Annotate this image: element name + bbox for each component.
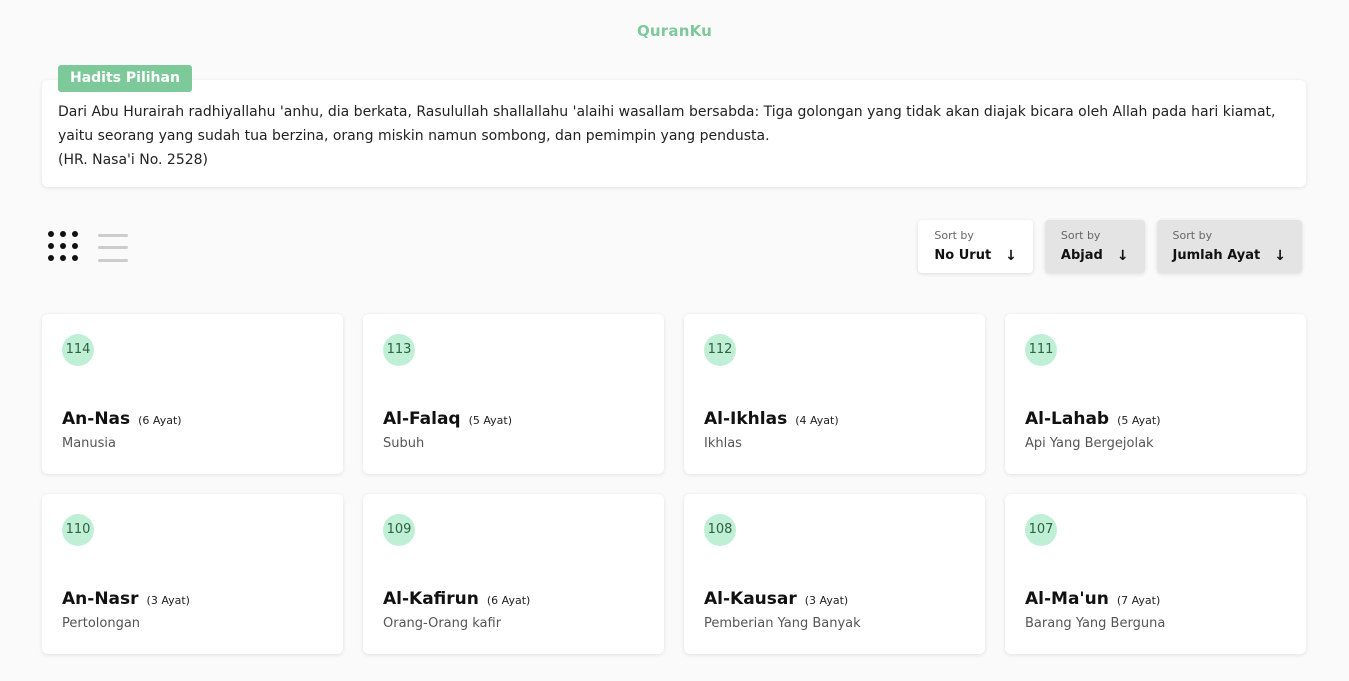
surah-name: Al-Falaq: [383, 409, 461, 429]
surah-meaning: Pemberian Yang Banyak: [704, 616, 861, 631]
surah-meaning: Barang Yang Berguna: [1025, 616, 1166, 631]
surah-number-badge: 107: [1025, 514, 1057, 546]
sort-abjad-button[interactable]: Sort by Abjad ↓: [1044, 220, 1145, 273]
surah-ayat-count: (3 Ayat): [804, 594, 849, 607]
surah-ayat-count: (3 Ayat): [146, 594, 190, 607]
surah-ayat-count: (4 Ayat): [795, 414, 839, 427]
sort-by-label: Sort by: [934, 229, 974, 242]
surah-number-badge: 109: [383, 514, 415, 546]
brand-logo-text[interactable]: QuranKu: [0, 22, 1349, 40]
arrow-down-icon: ↓: [1116, 248, 1129, 264]
surah-meaning: Ikhlas: [704, 436, 742, 451]
surah-number-badge: 112: [704, 334, 736, 366]
surah-ayat-count: (7 Ayat): [1116, 594, 1161, 607]
surah-name: An-Nas: [62, 409, 131, 429]
hadits-card: Dari Abu Hurairah radhiyallahu 'anhu, di…: [42, 80, 1306, 187]
surah-name: Al-Lahab: [1025, 409, 1110, 429]
sort-value: Abjad: [1060, 248, 1103, 263]
surah-meaning: Api Yang Bergejolak: [1025, 436, 1154, 451]
surah-card[interactable]: 108 Al-Kausar (3 Ayat) Pemberian Yang Ba…: [684, 494, 985, 654]
surah-card[interactable]: 107 Al-Ma'un (7 Ayat) Barang Yang Bergun…: [1005, 494, 1306, 654]
surah-name: Al-Kafirun: [383, 589, 479, 609]
sort-value: No Urut: [934, 248, 992, 263]
surah-name: Al-Ma'un: [1025, 589, 1109, 609]
surah-grid: 114 An-Nas (6 Ayat) Manusia 113 Al-Falaq…: [42, 314, 1306, 654]
surah-ayat-count: (5 Ayat): [468, 414, 513, 427]
surah-meaning: Orang-Orang kafir: [383, 616, 502, 631]
surah-number-badge: 111: [1025, 334, 1057, 366]
surah-ayat-count: (6 Ayat): [486, 594, 531, 607]
hadits-text: Dari Abu Hurairah radhiyallahu 'anhu, di…: [58, 104, 1276, 144]
surah-number-badge: 108: [704, 514, 736, 546]
sort-by-label: Sort by: [1172, 229, 1213, 242]
sort-value: Jumlah Ayat: [1172, 248, 1261, 263]
surah-name: An-Nasr: [62, 589, 139, 609]
surah-card[interactable]: 112 Al-Ikhlas (4 Ayat) Ikhlas: [684, 314, 985, 474]
view-toggle: [48, 231, 130, 263]
sort-group: Sort by No Urut ↓ Sort by Abjad ↓ Sort b…: [918, 220, 1302, 273]
surah-number-badge: 110: [62, 514, 94, 546]
surah-meaning: Manusia: [62, 436, 117, 451]
surah-name: Al-Ikhlas: [704, 409, 788, 429]
surah-number-badge: 113: [383, 334, 415, 366]
surah-meaning: Pertolongan: [62, 616, 141, 631]
grid-view-icon[interactable]: [48, 231, 80, 263]
hadits-badge: Hadits Pilihan: [58, 65, 192, 92]
surah-card[interactable]: 113 Al-Falaq (5 Ayat) Subuh: [363, 314, 664, 474]
arrow-down-icon: ↓: [1274, 248, 1286, 264]
surah-card[interactable]: 109 Al-Kafirun (6 Ayat) Orang-Orang kafi…: [363, 494, 664, 654]
surah-number-badge: 114: [62, 334, 94, 366]
surah-card[interactable]: 111 Al-Lahab (5 Ayat) Api Yang Bergejola…: [1005, 314, 1306, 474]
app-root: QuranKu Hadits Pilihan Dari Abu Hurairah…: [0, 0, 1349, 681]
arrow-down-icon: ↓: [1005, 248, 1017, 264]
list-view-icon[interactable]: [98, 233, 130, 262]
surah-card[interactable]: 114 An-Nas (6 Ayat) Manusia: [42, 314, 343, 474]
surah-name: Al-Kausar: [704, 589, 797, 609]
surah-meaning: Subuh: [383, 436, 425, 451]
sort-by-label: Sort by: [1060, 229, 1101, 242]
sort-no-urut-button[interactable]: Sort by No Urut ↓: [918, 220, 1033, 273]
hadits-source: (HR. Nasa'i No. 2528): [58, 152, 209, 168]
surah-ayat-count: (6 Ayat): [138, 414, 182, 427]
sort-jumlah-ayat-button[interactable]: Sort by Jumlah Ayat ↓: [1156, 220, 1302, 273]
surah-ayat-count: (5 Ayat): [1117, 414, 1161, 427]
surah-card[interactable]: 110 An-Nasr (3 Ayat) Pertolongan: [42, 494, 343, 654]
